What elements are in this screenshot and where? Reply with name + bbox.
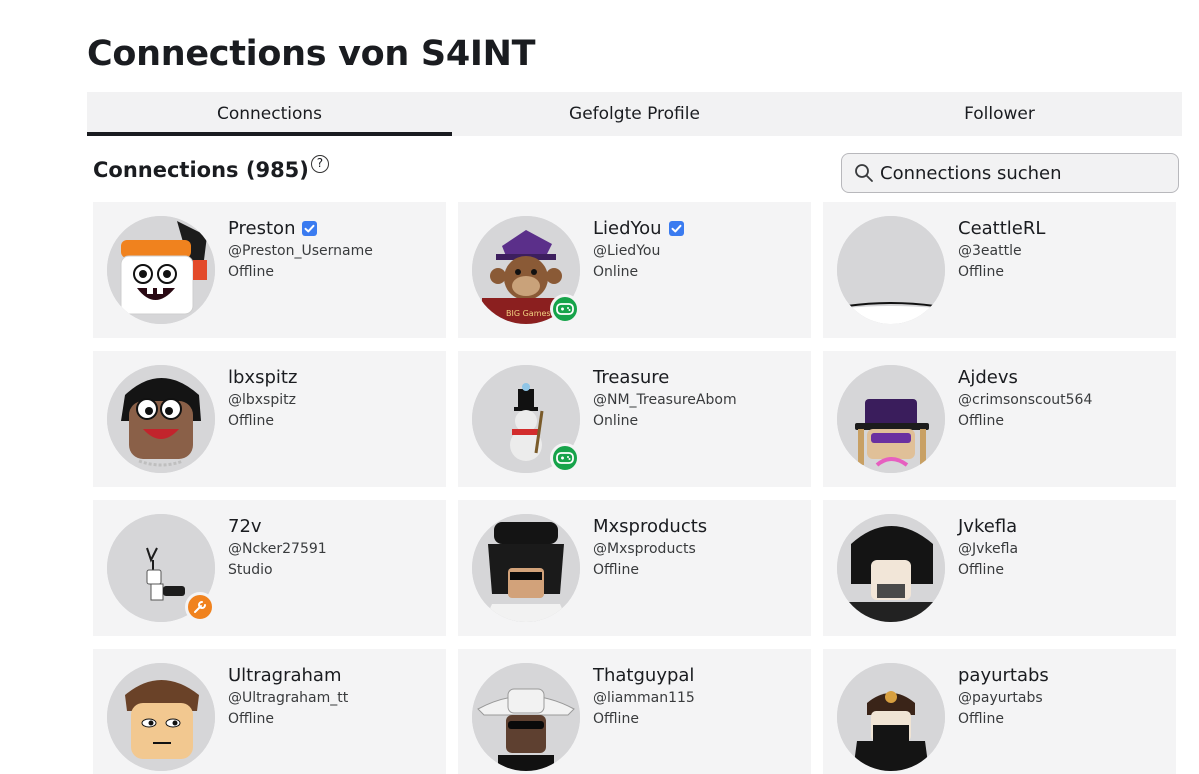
in-game-badge	[550, 294, 580, 324]
connection-name[interactable]: 72v	[228, 515, 327, 537]
connection-name[interactable]: CeattleRL	[958, 217, 1045, 239]
connection-name[interactable]: Jvkefla	[958, 515, 1018, 537]
game-controller-icon	[556, 452, 574, 464]
connection-info: payurtabs @payurtabs Offline	[958, 664, 1049, 728]
connection-name[interactable]: payurtabs	[958, 664, 1049, 686]
connection-status: Offline	[958, 264, 1004, 280]
game-controller-icon	[556, 303, 574, 315]
connection-status: Offline	[593, 711, 639, 727]
avatar[interactable]	[472, 514, 580, 622]
connection-name[interactable]: Treasure	[593, 366, 737, 388]
connection-handle: @LiedYou	[593, 243, 661, 259]
connection-name-row: Preston	[228, 217, 373, 239]
connection-card[interactable]: Ultragraham @Ultragraham_tt Offline	[93, 649, 446, 774]
connection-name[interactable]: Ajdevs	[958, 366, 1092, 388]
connection-card[interactable]: Ajdevs @crimsonscout564 Offline	[823, 351, 1176, 487]
avatar[interactable]	[837, 514, 945, 622]
tab-followed-profiles[interactable]: Gefolgte Profile	[452, 92, 817, 136]
svg-text:BIG Games: BIG Games	[506, 309, 551, 318]
connection-status: Offline	[958, 413, 1004, 429]
connection-info: Thatguypal @liamman115 Offline	[593, 664, 695, 728]
avatar[interactable]	[107, 663, 215, 771]
connection-name[interactable]: LiedYou	[593, 218, 662, 239]
connection-card[interactable]: payurtabs @payurtabs Offline	[823, 649, 1176, 774]
connections-page: Connections von S4INT Connections Gefolg…	[0, 0, 1199, 774]
studio-badge	[185, 592, 215, 622]
connection-handle: @liamman115	[593, 690, 695, 706]
connection-card[interactable]: lbxspitz @lbxspitz Offline	[93, 351, 446, 487]
connection-info: Mxsproducts @Mxsproducts Offline	[593, 515, 707, 579]
connection-info: LiedYou @LiedYou Online	[593, 217, 685, 280]
avatar[interactable]	[107, 216, 215, 324]
connection-status: Offline	[593, 562, 639, 578]
connection-info: Treasure @NM_TreasureAbom Online	[593, 366, 737, 430]
connection-handle: @NM_TreasureAbom	[593, 392, 737, 408]
connections-grid: Preston @Preston_Username Offline BIG Ga…	[93, 202, 1176, 774]
connection-card[interactable]: Preston @Preston_Username Offline	[93, 202, 446, 338]
avatar[interactable]	[837, 365, 945, 473]
connection-handle: @3eattle	[958, 243, 1022, 259]
connection-card[interactable]: 72v @Ncker27591 Studio	[93, 500, 446, 636]
verified-badge-icon	[668, 220, 684, 236]
avatar[interactable]	[472, 663, 580, 771]
connection-handle: @payurtabs	[958, 690, 1043, 706]
tab-connections[interactable]: Connections	[87, 92, 452, 136]
connection-card[interactable]: Thatguypal @liamman115 Offline	[458, 649, 811, 774]
connection-handle: @Ultragraham_tt	[228, 690, 349, 706]
avatar[interactable]	[837, 216, 945, 324]
connection-status: Online	[593, 264, 639, 280]
connection-name[interactable]: lbxspitz	[228, 366, 297, 388]
connection-info: Ultragraham @Ultragraham_tt Offline	[228, 664, 349, 728]
connection-name[interactable]: Ultragraham	[228, 664, 348, 686]
connection-status: Offline	[228, 264, 274, 280]
connection-card[interactable]: Mxsproducts @Mxsproducts Offline	[458, 500, 811, 636]
connection-card[interactable]: Jvkefla @Jvkefla Offline	[823, 500, 1176, 636]
search-box[interactable]	[841, 153, 1179, 193]
connection-handle: @Jvkefla	[958, 541, 1019, 557]
section-title: Connections (985)	[93, 158, 309, 182]
connection-name[interactable]: Preston	[228, 218, 295, 239]
connection-info: CeattleRL @3eattle Offline	[958, 217, 1045, 281]
wrench-icon	[194, 601, 206, 613]
connection-status: Offline	[958, 711, 1004, 727]
connection-info: Jvkefla @Jvkefla Offline	[958, 515, 1019, 579]
connection-status: Offline	[228, 413, 274, 429]
section-header: Connections (985) ?	[93, 155, 329, 182]
verified-badge-icon	[302, 220, 318, 236]
connection-info: 72v @Ncker27591 Studio	[228, 515, 327, 579]
in-game-badge	[550, 443, 580, 473]
connection-name[interactable]: Thatguypal	[593, 664, 695, 686]
help-icon[interactable]: ?	[310, 155, 329, 173]
connection-handle: @Ncker27591	[228, 541, 327, 557]
connection-name[interactable]: Mxsproducts	[593, 515, 707, 537]
connection-card[interactable]: BIG Games LiedYou @LiedYou Online	[458, 202, 811, 338]
tab-bar: Connections Gefolgte Profile Follower	[87, 92, 1182, 136]
search-input[interactable]	[880, 162, 1160, 184]
connection-name-row: LiedYou	[593, 217, 685, 239]
connection-status: Offline	[958, 562, 1004, 578]
connection-card[interactable]: Treasure @NM_TreasureAbom Online	[458, 351, 811, 487]
connection-info: lbxspitz @lbxspitz Offline	[228, 366, 297, 430]
connection-status: Online	[593, 413, 639, 429]
connection-info: Ajdevs @crimsonscout564 Offline	[958, 366, 1093, 430]
connection-handle: @Preston_Username	[228, 243, 373, 259]
avatar[interactable]	[107, 365, 215, 473]
connection-info: Preston @Preston_Username Offline	[228, 217, 373, 281]
connection-handle: @Mxsproducts	[593, 541, 696, 557]
connection-handle: @lbxspitz	[228, 392, 296, 408]
connection-status: Studio	[228, 562, 273, 578]
connection-card[interactable]: CeattleRL @3eattle Offline	[823, 202, 1176, 338]
tab-followers[interactable]: Follower	[817, 92, 1182, 136]
avatar[interactable]	[837, 663, 945, 771]
page-title: Connections von S4INT	[87, 34, 536, 74]
search-icon	[855, 164, 873, 182]
connection-status: Offline	[228, 711, 274, 727]
connection-handle: @crimsonscout564	[958, 392, 1093, 408]
